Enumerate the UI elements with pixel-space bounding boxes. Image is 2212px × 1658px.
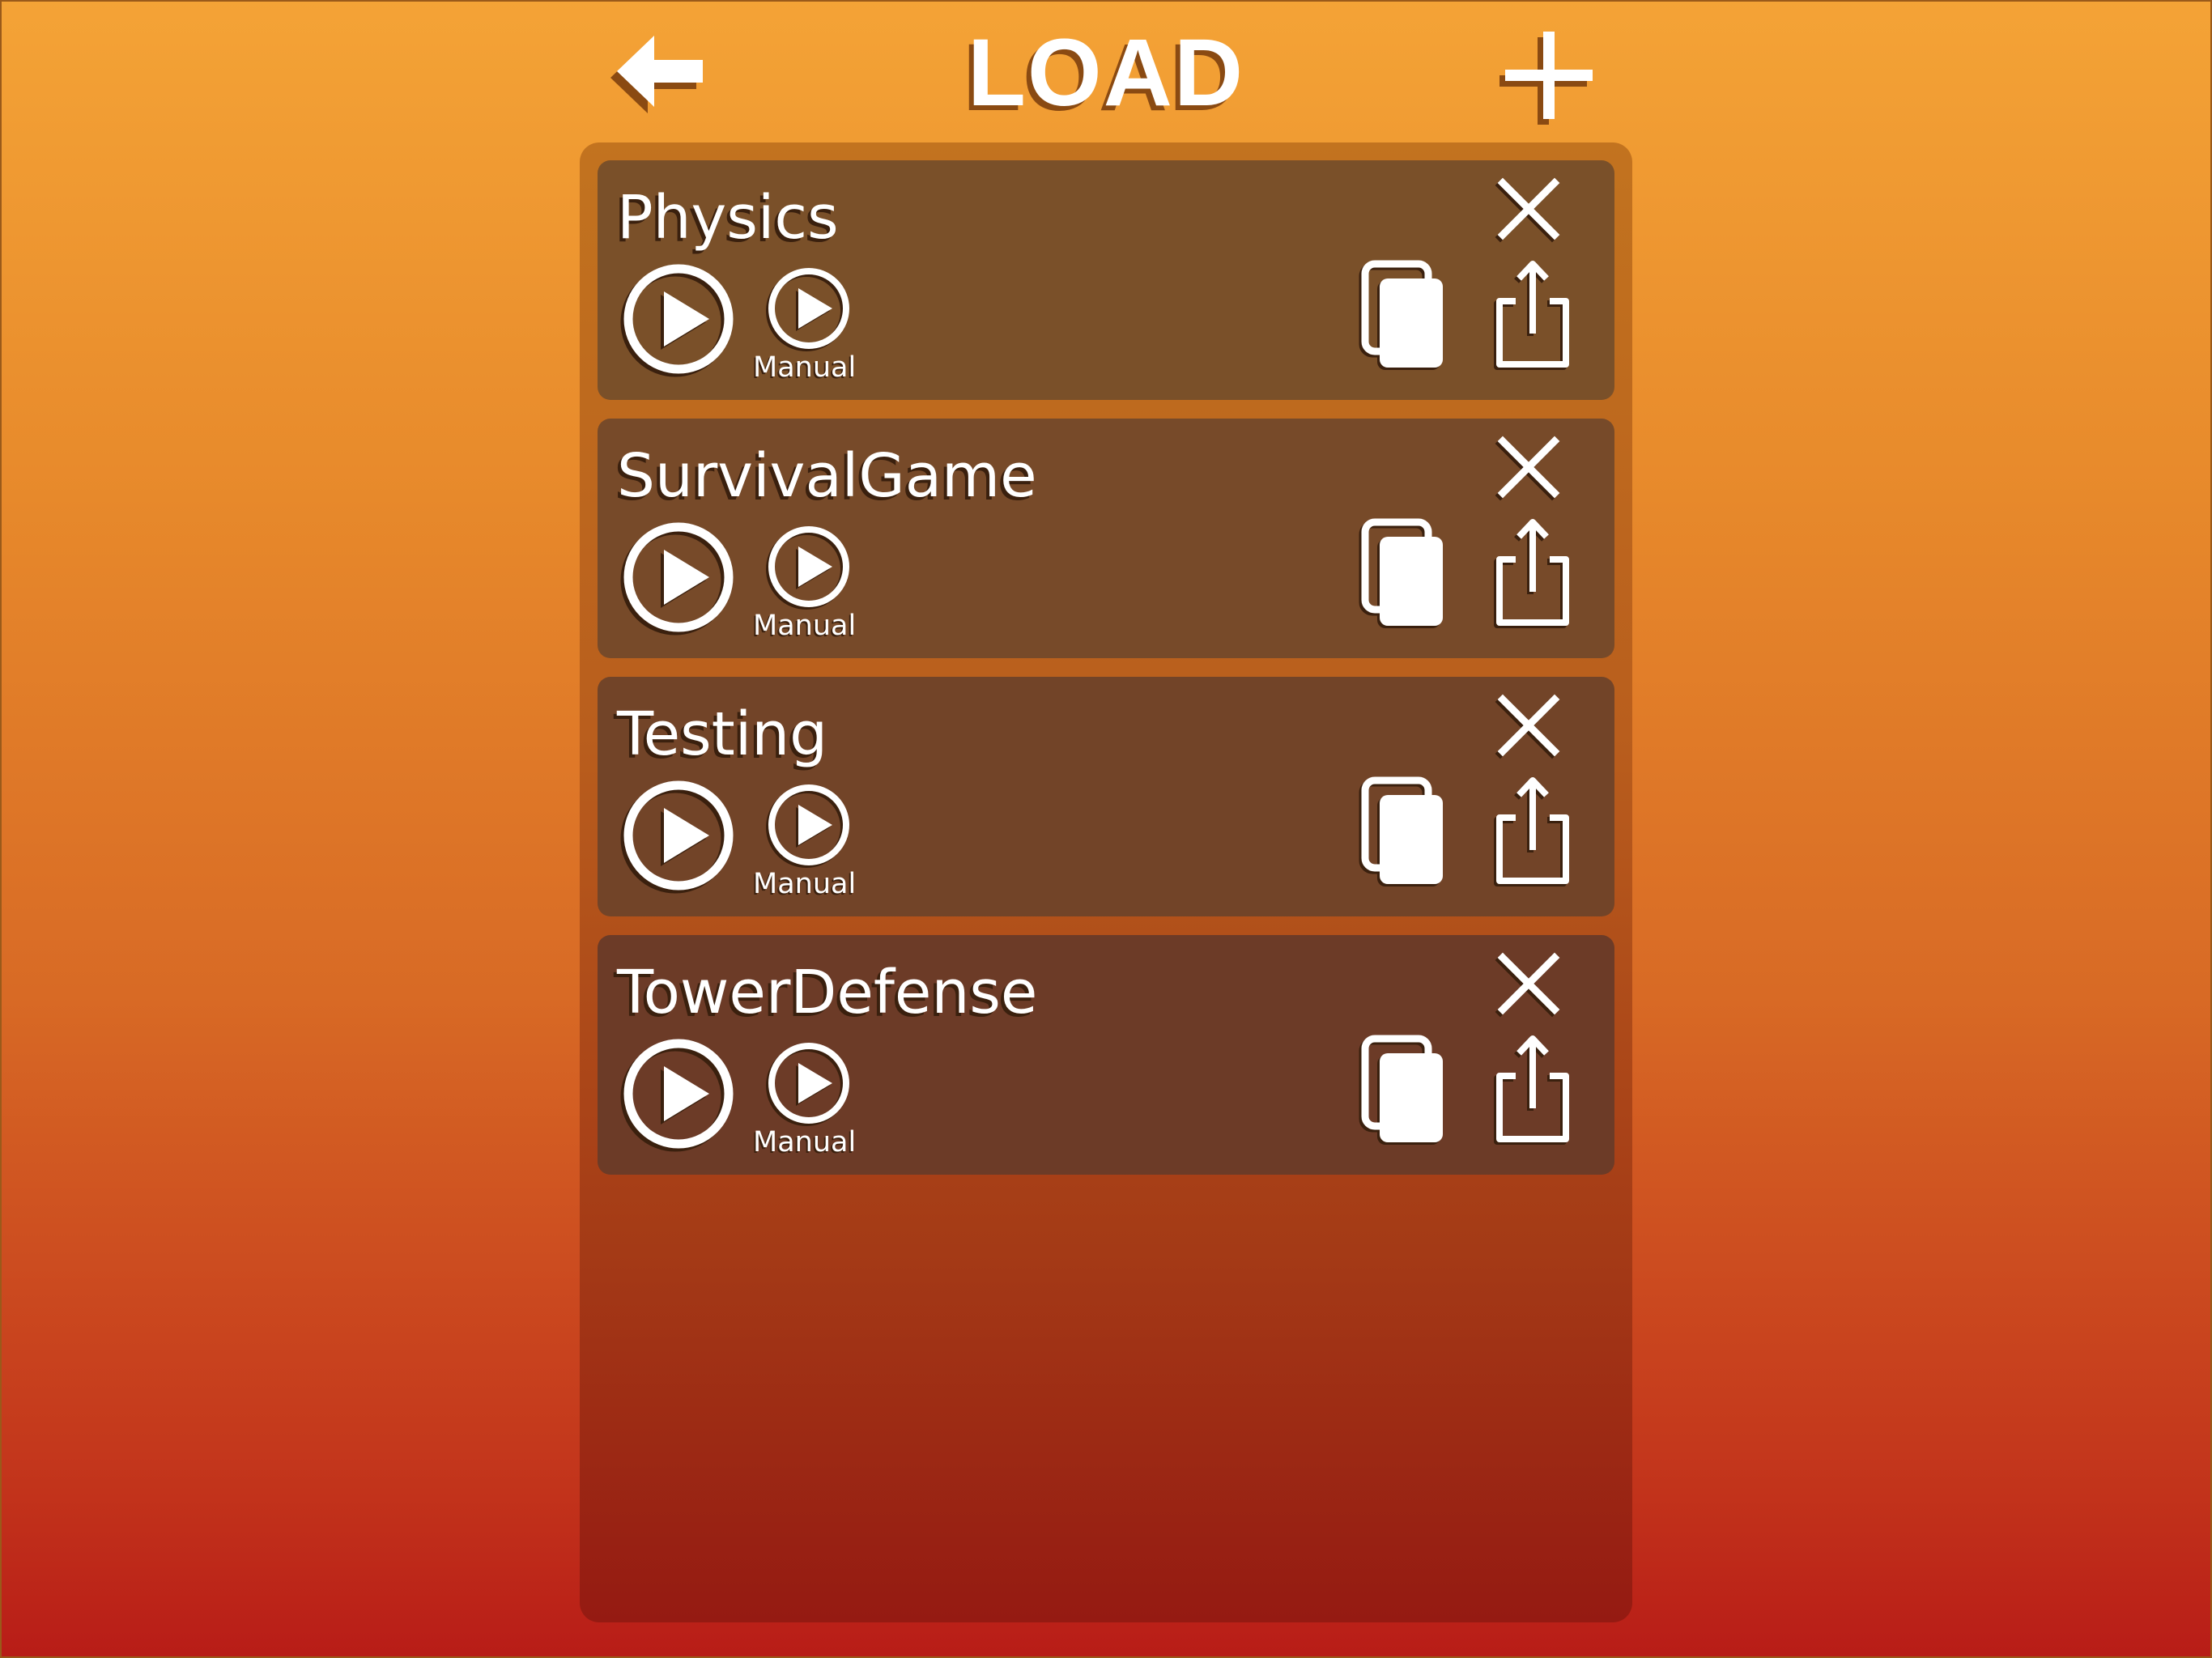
close-icon: [1495, 177, 1560, 243]
play-icon: [620, 264, 734, 377]
play-icon: [620, 522, 734, 636]
share-project-button[interactable]: [1488, 514, 1577, 636]
plus-icon: [1499, 32, 1593, 125]
play-icon: [620, 1039, 734, 1152]
close-icon: [1495, 952, 1560, 1018]
duplicate-project-button[interactable]: [1359, 257, 1456, 379]
copy-icon: [1359, 518, 1443, 628]
close-icon: [1495, 436, 1560, 501]
manual-play-button[interactable]: Manual: [751, 1039, 873, 1168]
project-name: Physics: [617, 183, 839, 253]
play-icon: [620, 780, 734, 894]
manual-play-button[interactable]: Manual: [751, 780, 873, 910]
manual-play-button[interactable]: Manual: [751, 522, 873, 652]
copy-icon: [1359, 1035, 1443, 1145]
share-project-button[interactable]: [1488, 256, 1577, 377]
duplicate-project-button[interactable]: [1359, 1032, 1456, 1154]
project-list: Physics Manual SurvivalGame Manual Testi…: [598, 160, 1614, 1193]
manual-label: Manual: [753, 868, 857, 900]
manual-label: Manual: [753, 610, 857, 642]
share-project-button[interactable]: [1488, 772, 1577, 894]
project-card: TowerDefense Manual: [598, 935, 1614, 1175]
project-name: Testing: [617, 699, 828, 769]
share-icon: [1494, 1035, 1569, 1145]
project-card: SurvivalGame Manual: [598, 419, 1614, 658]
back-button[interactable]: [607, 31, 713, 113]
page-title: LOAD: [967, 19, 1245, 126]
project-name: SurvivalGame: [617, 441, 1037, 511]
share-icon: [1494, 777, 1569, 886]
share-icon: [1494, 519, 1569, 628]
copy-icon: [1359, 260, 1443, 370]
delete-project-button[interactable]: [1495, 176, 1561, 243]
play-small-icon: [766, 784, 849, 868]
duplicate-project-button[interactable]: [1359, 516, 1456, 637]
play-button[interactable]: [619, 776, 738, 895]
project-name: TowerDefense: [617, 958, 1038, 1027]
arrow-left-icon: [610, 36, 703, 113]
delete-project-button[interactable]: [1495, 951, 1561, 1018]
project-card: Testing Manual: [598, 677, 1614, 916]
play-button[interactable]: [619, 1034, 738, 1154]
manual-label: Manual: [753, 351, 857, 384]
play-button[interactable]: [619, 259, 738, 379]
add-project-button[interactable]: [1499, 28, 1595, 125]
share-icon: [1494, 261, 1569, 370]
play-small-icon: [766, 268, 849, 351]
project-list-panel[interactable]: Physics Manual SurvivalGame Manual Testi…: [580, 142, 1632, 1622]
close-icon: [1495, 694, 1560, 759]
delete-project-button[interactable]: [1495, 693, 1561, 759]
manual-play-button[interactable]: Manual: [751, 264, 873, 393]
play-small-icon: [766, 526, 849, 610]
play-button[interactable]: [619, 517, 738, 637]
copy-icon: [1359, 776, 1443, 886]
duplicate-project-button[interactable]: [1359, 774, 1456, 895]
delete-project-button[interactable]: [1495, 435, 1561, 501]
play-small-icon: [766, 1043, 849, 1126]
project-card: Physics Manual: [598, 160, 1614, 400]
share-project-button[interactable]: [1488, 1031, 1577, 1152]
manual-label: Manual: [753, 1126, 857, 1158]
